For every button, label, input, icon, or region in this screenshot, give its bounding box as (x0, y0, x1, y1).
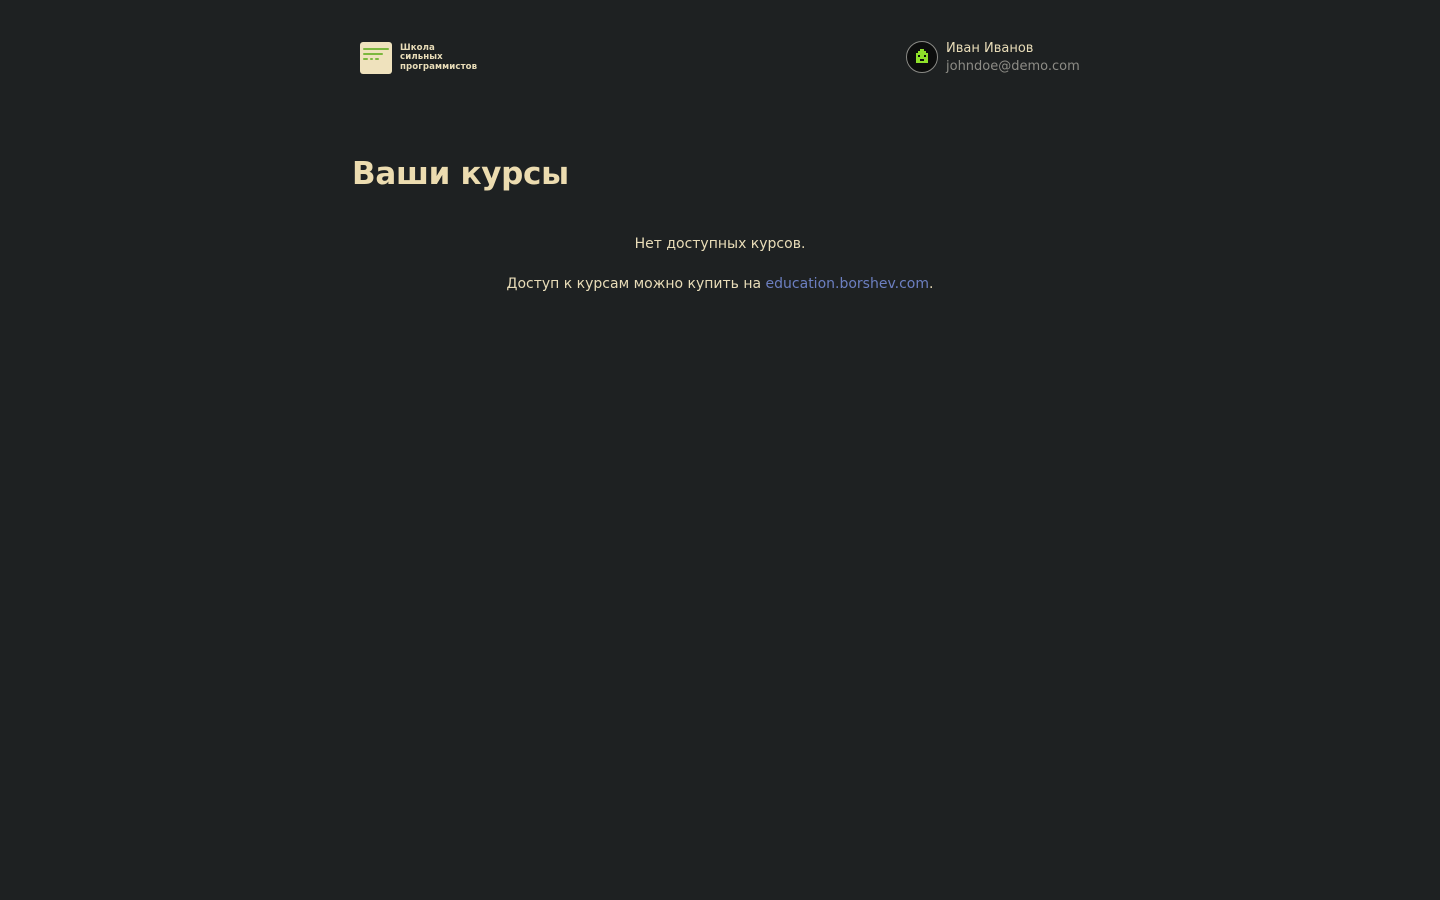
user-menu[interactable]: Иван Иванов johndoe@demo.com (906, 41, 1080, 76)
purchase-text: Доступ к курсам можно купить на (506, 276, 766, 292)
school-logo-link[interactable]: Школа сильных программистов (360, 42, 477, 74)
school-logo-icon (360, 42, 392, 74)
avatar[interactable] (906, 41, 938, 73)
logo-text-line-3: программистов (400, 61, 478, 72)
logo-text: Школа сильных программистов (400, 43, 478, 73)
user-email: johndoe@demo.com (946, 59, 1080, 74)
user-info: Иван Иванов johndoe@demo.com (946, 40, 1080, 76)
user-name: Иван Иванов (946, 41, 1034, 56)
empty-courses-message: Нет доступных курсов. (634, 236, 806, 252)
pixel-avatar-icon (916, 49, 928, 63)
purchase-info: Доступ к курсам можно купить на educatio… (0, 274, 1440, 294)
page-title: Ваши курсы (352, 156, 569, 192)
education-link[interactable]: education.borshev.com (766, 276, 929, 292)
purchase-suffix: . (929, 276, 934, 292)
top-header: Школа сильных программистов Иван Иванов … (0, 0, 1440, 116)
